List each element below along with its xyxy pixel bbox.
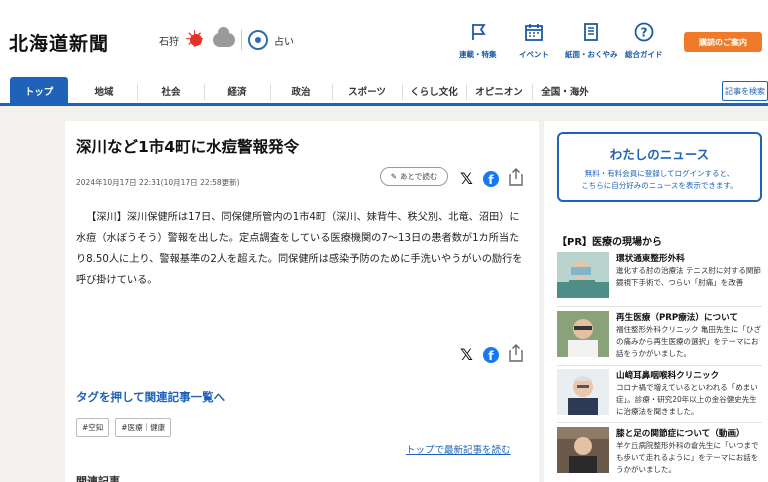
- pr-item-title: 山﨑耳鼻咽喉科クリニック: [616, 371, 720, 381]
- nav-events-label: イベント: [519, 50, 549, 59]
- tag-heading: タグを押して関連記事一覧へ: [76, 390, 226, 404]
- facebook-share-icon[interactable]: f: [482, 171, 499, 187]
- read-later-button[interactable]: ✎ あとで読む: [380, 167, 448, 186]
- weather-widget[interactable]: 石狩 占い: [159, 26, 294, 54]
- divider: [241, 30, 242, 50]
- nav-tab-sports[interactable]: スポーツ: [332, 78, 402, 104]
- help-icon: ?: [633, 22, 655, 42]
- pr-thumbnail: [557, 252, 609, 298]
- pr-thumbnail: [557, 369, 609, 415]
- nav-guide[interactable]: ? 総合ガイド: [625, 22, 663, 60]
- pr-item[interactable]: 膝と足の関節症について（動画） 羊ケ丘病院整形外科の倉先生に「いつまでも歩いて走…: [557, 427, 762, 481]
- top-latest-link[interactable]: トップで最新記事を読む: [406, 442, 511, 456]
- svg-text:?: ?: [640, 26, 647, 40]
- pencil-icon: ✎: [390, 172, 397, 181]
- my-news-text: 無料・有料会員に登録してログインすると、 こちらに自分好みのニュースを表示できま…: [559, 168, 760, 192]
- pr-item-title: 膝と足の関節症について（動画）: [616, 429, 745, 439]
- nav-tab-opinion[interactable]: オピニオン: [466, 78, 532, 104]
- x-share-icon[interactable]: 𝕏: [460, 347, 473, 363]
- sun-icon: [185, 26, 207, 54]
- pr-item[interactable]: 山﨑耳鼻咽喉科クリニック コロナ禍で増えているといわれる「めまい症」。診療・研究…: [557, 369, 762, 423]
- pr-thumbnail: [557, 311, 609, 357]
- nav-tab-culture[interactable]: くらし文化: [402, 78, 466, 104]
- article-date: 2024年10月17日 22:31(10月17日 22:58更新): [76, 178, 240, 187]
- my-news-line1: 無料・有料会員に登録してログインすると、: [584, 169, 735, 178]
- my-news-box[interactable]: わたしのニュース 無料・有料会員に登録してログインすると、 こちらに自分好みのニ…: [557, 132, 762, 202]
- pr-item-desc: 羊ケ丘病院整形外科の倉先生に「いつまでも歩いて走れるように」をテーマにお話をうか…: [616, 441, 759, 474]
- tag-list: #空知 #医療｜健康: [76, 418, 172, 437]
- nav-tab-society[interactable]: 社会: [138, 78, 204, 104]
- weather-location: 石狩: [159, 36, 179, 48]
- share-icon[interactable]: [509, 344, 523, 366]
- calendar-icon: [523, 22, 545, 42]
- pr-item-desc: コロナ禍で増えているといわれる「めまい症」。診療・研究20年以上の金谷健史先生に…: [616, 383, 758, 416]
- facebook-share-icon[interactable]: f: [482, 347, 499, 363]
- read-later-label: あとで読む: [400, 172, 438, 181]
- related-heading: 関連記事: [76, 475, 120, 482]
- nav-tab-region[interactable]: 地域: [70, 78, 138, 104]
- nav-series[interactable]: 連載・特集: [459, 22, 497, 60]
- pr-thumbnail: [557, 427, 609, 473]
- divider: [557, 306, 762, 307]
- cloud-icon: [213, 27, 235, 47]
- share-buttons-top: 𝕏 f: [460, 168, 523, 190]
- pr-item-desc: 進化する肘の治療法 テニス肘に対する関節鏡視下手術で、つらい「肘痛」を改善: [616, 266, 761, 287]
- article-search-button[interactable]: 記事を検索: [722, 81, 768, 101]
- main-nav: トップ 地域 社会 経済 政治 スポーツ くらし文化 オピニオン 全国・海外 記…: [0, 77, 768, 106]
- nav-tab-politics[interactable]: 政治: [270, 78, 332, 104]
- site-logo[interactable]: 北海道新聞: [9, 29, 109, 56]
- nav-tab-economy[interactable]: 経済: [204, 78, 270, 104]
- nav-paper-label: 紙面・おくやみ: [565, 50, 618, 59]
- newspaper-icon: [580, 22, 602, 42]
- nav-tab-top[interactable]: トップ: [10, 77, 68, 105]
- article-panel: 深川など1市4町に水痘警報発令 2024年10月17日 22:31(10月17日…: [65, 121, 539, 482]
- tag-medical-health[interactable]: #医療｜健康: [115, 418, 172, 437]
- article-body: 【深川】深川保健所は17日、同保健所管内の1市4町（深川、妹背牛、秩父別、北竜、…: [76, 212, 523, 286]
- pr-item[interactable]: 環状通東整形外科 進化する肘の治療法 テニス肘に対する関節鏡視下手術で、つらい「…: [557, 252, 762, 306]
- pr-heading: 【PR】医療の現場から: [557, 237, 663, 248]
- pr-item-title: 再生医療（PRP療法）について: [616, 313, 739, 323]
- share-buttons-bottom: 𝕏 f: [460, 344, 523, 366]
- pr-item-desc: 福住整形外科クリニック 亀田先生に「ひざの痛みから再生医療の選択」をテーマにお話…: [616, 325, 761, 358]
- article-title: 深川など1市4町に水痘警報発令: [76, 138, 300, 156]
- tag-sorachi[interactable]: #空知: [76, 418, 110, 437]
- fortune-label[interactable]: 占い: [274, 33, 294, 48]
- sidebar: わたしのニュース 無料・有料会員に登録してログインすると、 こちらに自分好みのニ…: [544, 121, 768, 482]
- nav-paper[interactable]: 紙面・おくやみ: [565, 22, 618, 60]
- nav-events[interactable]: イベント: [519, 22, 549, 60]
- nav-guide-label: 総合ガイド: [625, 50, 663, 59]
- my-news-title: わたしのニュース: [609, 147, 710, 162]
- nav-tab-national[interactable]: 全国・海外: [532, 78, 598, 104]
- x-share-icon[interactable]: 𝕏: [460, 171, 473, 187]
- divider: [557, 365, 762, 366]
- divider: [557, 422, 762, 423]
- site-header: 北海道新聞 石狩 占い 連載・特集 イベント 紙面・おくやみ ? 総合ガイド 購…: [0, 0, 768, 78]
- nav-series-label: 連載・特集: [459, 50, 497, 59]
- my-news-line2: こちらに自分好みのニュースを表示できます。: [581, 181, 738, 190]
- share-icon[interactable]: [509, 168, 523, 190]
- pr-item-title: 環状通東整形外科: [616, 254, 685, 264]
- flag-icon: [467, 22, 489, 42]
- fortune-icon[interactable]: [248, 30, 268, 50]
- subscribe-button[interactable]: 購読のご案内: [684, 32, 762, 52]
- pr-item[interactable]: 再生医療（PRP療法）について 福住整形外科クリニック 亀田先生に「ひざの痛みか…: [557, 311, 762, 365]
